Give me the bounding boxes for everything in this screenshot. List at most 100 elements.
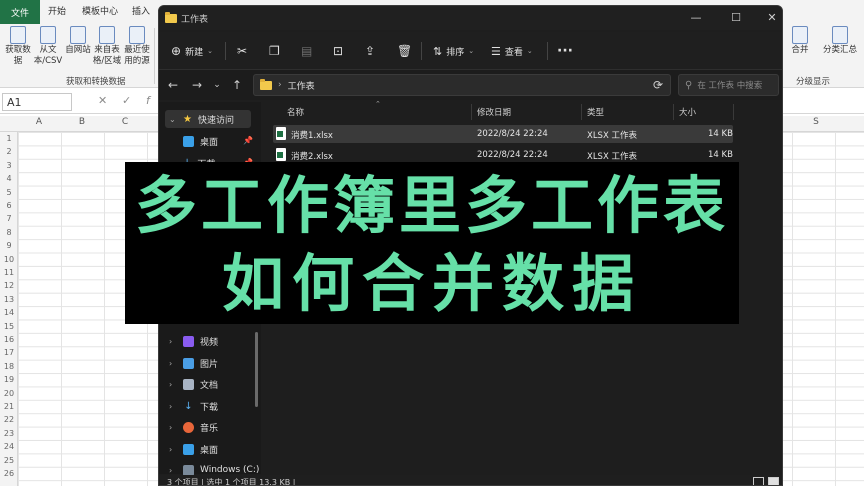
column-header-b[interactable]: B xyxy=(72,117,92,127)
view-label: 查看 xyxy=(504,47,523,58)
close-button[interactable]: ✕ xyxy=(752,9,782,27)
breadcrumb-current[interactable]: 工作表 xyxy=(288,79,315,92)
title-bar[interactable]: 工作表 — ☐ ✕ xyxy=(159,6,782,30)
sidebar-item-documents[interactable]: › 文档 xyxy=(169,375,218,393)
row-header[interactable]: 15 xyxy=(0,322,18,331)
column-header-c[interactable]: C xyxy=(115,117,135,127)
combine-button[interactable]: 合并 xyxy=(786,26,814,56)
sidebar-item-music[interactable]: › 音乐 xyxy=(169,418,218,436)
row-header[interactable]: 8 xyxy=(0,228,18,237)
row-header[interactable]: 3 xyxy=(0,161,18,170)
more-options-button[interactable]: ··· xyxy=(557,42,573,60)
column-divider[interactable] xyxy=(673,104,674,120)
share-button[interactable]: ⇪ xyxy=(365,42,375,60)
column-header-size[interactable]: 大小 xyxy=(679,106,696,118)
cancel-icon[interactable]: ✕ xyxy=(98,94,107,107)
row-header[interactable]: 19 xyxy=(0,375,18,384)
row-header[interactable]: 5 xyxy=(0,188,18,197)
recent-locations-button[interactable]: ⌄ xyxy=(209,80,225,90)
row-header[interactable]: 9 xyxy=(0,241,18,250)
row-header[interactable]: 12 xyxy=(0,281,18,290)
get-data-button[interactable]: 获取数据 xyxy=(3,26,33,67)
delete-button[interactable]: 🗑 xyxy=(397,42,412,60)
new-button[interactable]: ⊕ 新建 ⌄ xyxy=(171,42,213,60)
row-header[interactable]: 20 xyxy=(0,389,18,398)
row-header[interactable]: 4 xyxy=(0,174,18,183)
back-button[interactable]: ← xyxy=(165,78,181,92)
tiles-view-icon[interactable] xyxy=(768,477,779,485)
row-header[interactable]: 24 xyxy=(0,442,18,451)
recent-sources-button[interactable]: 最近使用的源 xyxy=(122,26,152,67)
row-header[interactable]: 6 xyxy=(0,201,18,210)
row-header[interactable]: 22 xyxy=(0,415,18,424)
column-divider[interactable] xyxy=(733,104,734,120)
from-text-csv-button[interactable]: 从文本/CSV xyxy=(33,26,63,67)
paste-button[interactable]: ▤ xyxy=(301,42,312,60)
row-header[interactable]: 14 xyxy=(0,308,18,317)
expand-chevron-icon[interactable]: › xyxy=(169,423,177,432)
tab-template-center[interactable]: 模板中心 xyxy=(82,4,118,17)
forward-button[interactable]: → xyxy=(189,78,205,92)
sidebar-item-label: 下载 xyxy=(200,402,219,413)
confirm-icon[interactable]: ✓ xyxy=(122,94,131,107)
file-type: XLSX 工作表 xyxy=(587,131,637,141)
row-header[interactable]: 18 xyxy=(0,362,18,371)
expand-chevron-icon[interactable]: › xyxy=(169,445,177,454)
minimize-button[interactable]: — xyxy=(676,9,716,27)
tab-file[interactable]: 文件 xyxy=(0,0,40,24)
row-header[interactable]: 26 xyxy=(0,469,18,478)
sort-button[interactable]: ⇅ 排序 ⌄ xyxy=(433,42,474,60)
column-header-date[interactable]: 修改日期 xyxy=(477,106,511,118)
view-button[interactable]: ☰ 查看 ⌄ xyxy=(491,42,533,60)
sidebar-item-desktop-pinned[interactable]: 桌面 xyxy=(183,132,218,150)
row-header[interactable]: 1 xyxy=(0,134,18,143)
refresh-button[interactable]: ⟳ xyxy=(653,78,663,92)
column-divider[interactable] xyxy=(471,104,472,120)
function-icon[interactable]: f xyxy=(146,94,150,107)
drive-icon xyxy=(183,464,194,476)
address-bar[interactable]: › 工作表 ⌄ xyxy=(253,74,671,96)
sidebar-item-quick-access[interactable]: ⌄ ★ 快速访问 xyxy=(165,110,251,128)
row-header[interactable]: 13 xyxy=(0,295,18,304)
from-web-button[interactable]: 自网站 xyxy=(63,26,93,56)
expand-chevron-icon[interactable]: ⌄ xyxy=(169,115,177,124)
row-header[interactable]: 25 xyxy=(0,456,18,465)
row-header[interactable]: 7 xyxy=(0,214,18,223)
row-header[interactable]: 10 xyxy=(0,255,18,264)
expand-chevron-icon[interactable]: › xyxy=(169,359,177,368)
copy-button[interactable]: ❐ xyxy=(269,42,280,60)
column-header-s[interactable]: S xyxy=(806,117,826,127)
from-table-button[interactable]: 来自表格/区域 xyxy=(92,26,122,67)
expand-chevron-icon[interactable]: › xyxy=(169,402,177,411)
up-button[interactable]: ↑ xyxy=(229,78,245,92)
column-divider[interactable] xyxy=(581,104,582,120)
row-header[interactable]: 17 xyxy=(0,348,18,357)
sidebar-scrollbar[interactable] xyxy=(255,332,258,407)
expand-chevron-icon[interactable]: › xyxy=(169,337,177,346)
cut-button[interactable]: ✂ xyxy=(237,42,247,60)
subtotal-button[interactable]: 分类汇总 xyxy=(818,26,862,56)
tab-home[interactable]: 开始 xyxy=(48,4,66,17)
row-header[interactable]: 21 xyxy=(0,402,18,411)
row-header[interactable]: 23 xyxy=(0,429,18,438)
row-header[interactable]: 11 xyxy=(0,268,18,277)
sidebar-item-videos[interactable]: › 视频 xyxy=(169,332,218,350)
column-header-name[interactable]: 名称 xyxy=(287,106,304,118)
expand-chevron-icon[interactable]: › xyxy=(169,466,177,475)
row-header[interactable]: 2 xyxy=(0,147,18,156)
name-box[interactable]: A1 xyxy=(2,93,72,111)
recent-sources-label: 最近使用的源 xyxy=(124,45,150,66)
sidebar-item-downloads[interactable]: › ↓ 下载 xyxy=(169,397,218,415)
details-view-icon[interactable] xyxy=(753,477,764,485)
row-header[interactable]: 16 xyxy=(0,335,18,344)
maximize-button[interactable]: ☐ xyxy=(716,9,756,27)
expand-chevron-icon[interactable]: › xyxy=(169,380,177,389)
search-input[interactable]: ⚲ 在 工作表 中搜索 xyxy=(678,74,779,96)
column-header-type[interactable]: 类型 xyxy=(587,106,604,118)
rename-button[interactable]: ⊡ xyxy=(333,42,343,60)
tab-insert[interactable]: 插入 xyxy=(132,4,150,17)
sidebar-item-pictures[interactable]: › 图片 xyxy=(169,354,218,372)
file-row[interactable]: 消费1.xlsx 2022/8/24 22:24 XLSX 工作表 14 KB xyxy=(273,125,733,143)
column-header-a[interactable]: A xyxy=(29,117,49,127)
sidebar-item-desktop[interactable]: › 桌面 xyxy=(169,440,218,458)
